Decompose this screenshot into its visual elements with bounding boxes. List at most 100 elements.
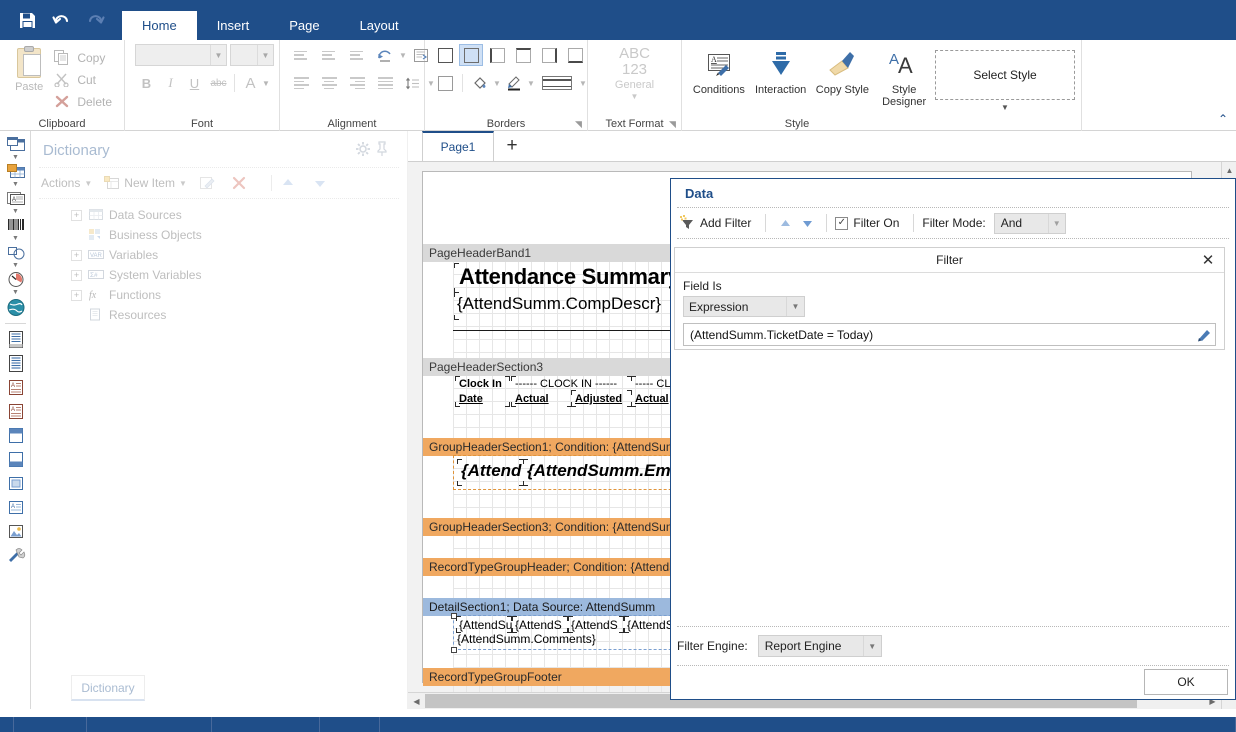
col-header-date[interactable]: Date [459, 393, 483, 405]
detail-field-1[interactable]: {AttendSu [459, 618, 512, 632]
align-bottom-button[interactable] [344, 44, 370, 66]
move-filter-down-button[interactable] [796, 213, 818, 233]
tree-item-business-objects[interactable]: Business Objects [71, 225, 407, 245]
col-header-actual-in[interactable]: Actual [515, 393, 549, 405]
rail-item-text-box[interactable]: A [0, 498, 31, 518]
add-page-button[interactable]: + [494, 131, 530, 161]
redo-icon[interactable] [78, 3, 112, 37]
strikethrough-button[interactable]: abc [207, 72, 230, 94]
cut-button[interactable]: Cut [52, 69, 118, 91]
save-icon[interactable] [10, 3, 44, 37]
fill-color-button[interactable] [468, 72, 492, 94]
edit-button[interactable] [199, 176, 219, 190]
detail-field-4[interactable]: {AttendS [627, 618, 674, 632]
rail-item-report-page[interactable] [0, 330, 31, 350]
align-middle-button[interactable] [316, 44, 342, 66]
add-filter-button[interactable]: Add Filter [679, 215, 751, 231]
text-format-dialog-launcher[interactable]: ◥ [667, 119, 678, 130]
group-field-1[interactable]: {Attend [461, 461, 521, 481]
border-style-button[interactable] [536, 72, 578, 94]
rail-item-header-band[interactable]: A [0, 378, 31, 398]
page-tab-page1[interactable]: Page1 [422, 131, 494, 161]
chevron-down-icon[interactable]: ▼ [12, 181, 19, 189]
tab-page[interactable]: Page [269, 11, 339, 40]
actions-menu[interactable]: Actions ▼ [41, 176, 92, 190]
move-up-button[interactable] [280, 176, 300, 190]
bold-button[interactable]: B [135, 72, 158, 94]
col-header-clock-in[interactable]: Clock In [459, 378, 502, 390]
report-title[interactable]: Attendance Summary [459, 264, 680, 290]
rail-item-globe[interactable] [0, 298, 31, 318]
chevron-down-icon[interactable]: ▼ [399, 44, 407, 66]
delete-button[interactable]: Delete [52, 91, 118, 113]
move-filter-up-button[interactable] [774, 213, 796, 233]
expression-input[interactable]: (AttendSumm.TicketDate = Today) [683, 323, 1216, 346]
rail-item-tools[interactable] [0, 546, 31, 566]
font-size-combo[interactable]: ▼ [230, 44, 274, 66]
tree-item-resources[interactable]: Resources [71, 305, 407, 325]
expand-plus-icon[interactable]: + [71, 209, 82, 221]
text-format-button[interactable]: ABC 123 General ▼ [599, 46, 671, 102]
undo-icon[interactable] [44, 3, 78, 37]
detail-comments-field[interactable]: {AttendSumm.Comments} [457, 632, 596, 646]
rail-item-barcode[interactable]: ▼ [0, 217, 31, 243]
underline-button[interactable]: U [183, 72, 206, 94]
col-header-adjusted-in[interactable]: Adjusted [575, 393, 622, 405]
chevron-down-icon[interactable]: ▼ [12, 235, 19, 243]
scroll-up-button[interactable]: ▲ [1222, 162, 1236, 178]
chevron-down-icon[interactable]: ▼ [12, 289, 19, 297]
move-down-button[interactable] [312, 176, 332, 190]
ok-button[interactable]: OK [1144, 669, 1228, 695]
border-right-button[interactable] [537, 44, 561, 66]
tree-item-data-sources[interactable]: + Data Sources [71, 205, 407, 225]
tab-layout[interactable]: Layout [340, 11, 419, 40]
chevron-down-icon[interactable]: ▼ [579, 72, 587, 94]
expand-plus-icon[interactable]: + [71, 289, 82, 301]
rail-item-data-band[interactable] [0, 354, 31, 374]
field-is-combo[interactable]: Expression ▼ [683, 296, 805, 317]
filter-engine-combo[interactable]: Report Engine ▼ [757, 635, 882, 657]
border-none-button[interactable] [433, 44, 457, 66]
chevron-down-icon[interactable]: ▼ [1001, 103, 1009, 112]
rail-item-table[interactable]: ▼ [0, 163, 31, 189]
gear-icon[interactable] [355, 141, 375, 159]
dictionary-bottom-tab[interactable]: Dictionary [71, 675, 145, 701]
scroll-left-button[interactable]: ◀ [408, 693, 425, 710]
delete-button[interactable] [231, 176, 251, 190]
border-top-button[interactable] [511, 44, 535, 66]
align-right-button[interactable] [344, 72, 370, 94]
rail-item-gauge[interactable]: ▼ [0, 271, 31, 297]
close-icon[interactable]: ✕ [1200, 252, 1216, 269]
filter-mode-combo[interactable]: And ▼ [993, 212, 1066, 234]
expand-plus-icon[interactable]: + [71, 249, 82, 261]
align-justify-button[interactable] [372, 72, 398, 94]
pencil-icon[interactable] [1193, 324, 1215, 345]
chevron-down-icon[interactable]: ▼ [12, 154, 19, 162]
report-subtitle[interactable]: {AttendSumm.CompDescr} [457, 294, 661, 314]
conditions-button[interactable]: A Conditions [688, 44, 750, 96]
border-bottom-button[interactable] [563, 44, 587, 66]
detail-field-3[interactable]: {AttendS [571, 618, 618, 632]
paste-button[interactable]: Paste [6, 44, 52, 93]
align-center-button[interactable] [316, 72, 342, 94]
rail-item-footer-band[interactable]: A [0, 402, 31, 422]
rail-item-shape[interactable]: ▼ [0, 244, 31, 270]
rail-item-panel-small[interactable] [0, 474, 31, 494]
italic-button[interactable]: I [159, 72, 182, 94]
select-style-button[interactable]: Select Style [935, 50, 1075, 100]
rail-item-text[interactable]: A ▼ [0, 190, 31, 216]
rail-item-image[interactable] [0, 522, 31, 542]
rail-item-page-footer[interactable] [0, 450, 31, 470]
text-rotation-button[interactable] [372, 44, 398, 66]
borders-dialog-launcher[interactable]: ◥ [573, 119, 584, 130]
chevron-down-icon[interactable]: ▼ [527, 72, 535, 94]
chevron-down-icon[interactable]: ▼ [599, 92, 671, 101]
rail-item-page-header[interactable] [0, 426, 31, 446]
detail-field-2[interactable]: {AttendS [515, 618, 562, 632]
col-header-actual-out[interactable]: Actual [635, 393, 669, 405]
copy-style-button[interactable]: Copy Style [812, 44, 874, 96]
collapse-ribbon-button[interactable]: ⌃ [1218, 112, 1228, 126]
tab-home[interactable]: Home [122, 11, 197, 40]
tab-insert[interactable]: Insert [197, 11, 270, 40]
chevron-down-icon[interactable]: ▼ [12, 262, 19, 270]
